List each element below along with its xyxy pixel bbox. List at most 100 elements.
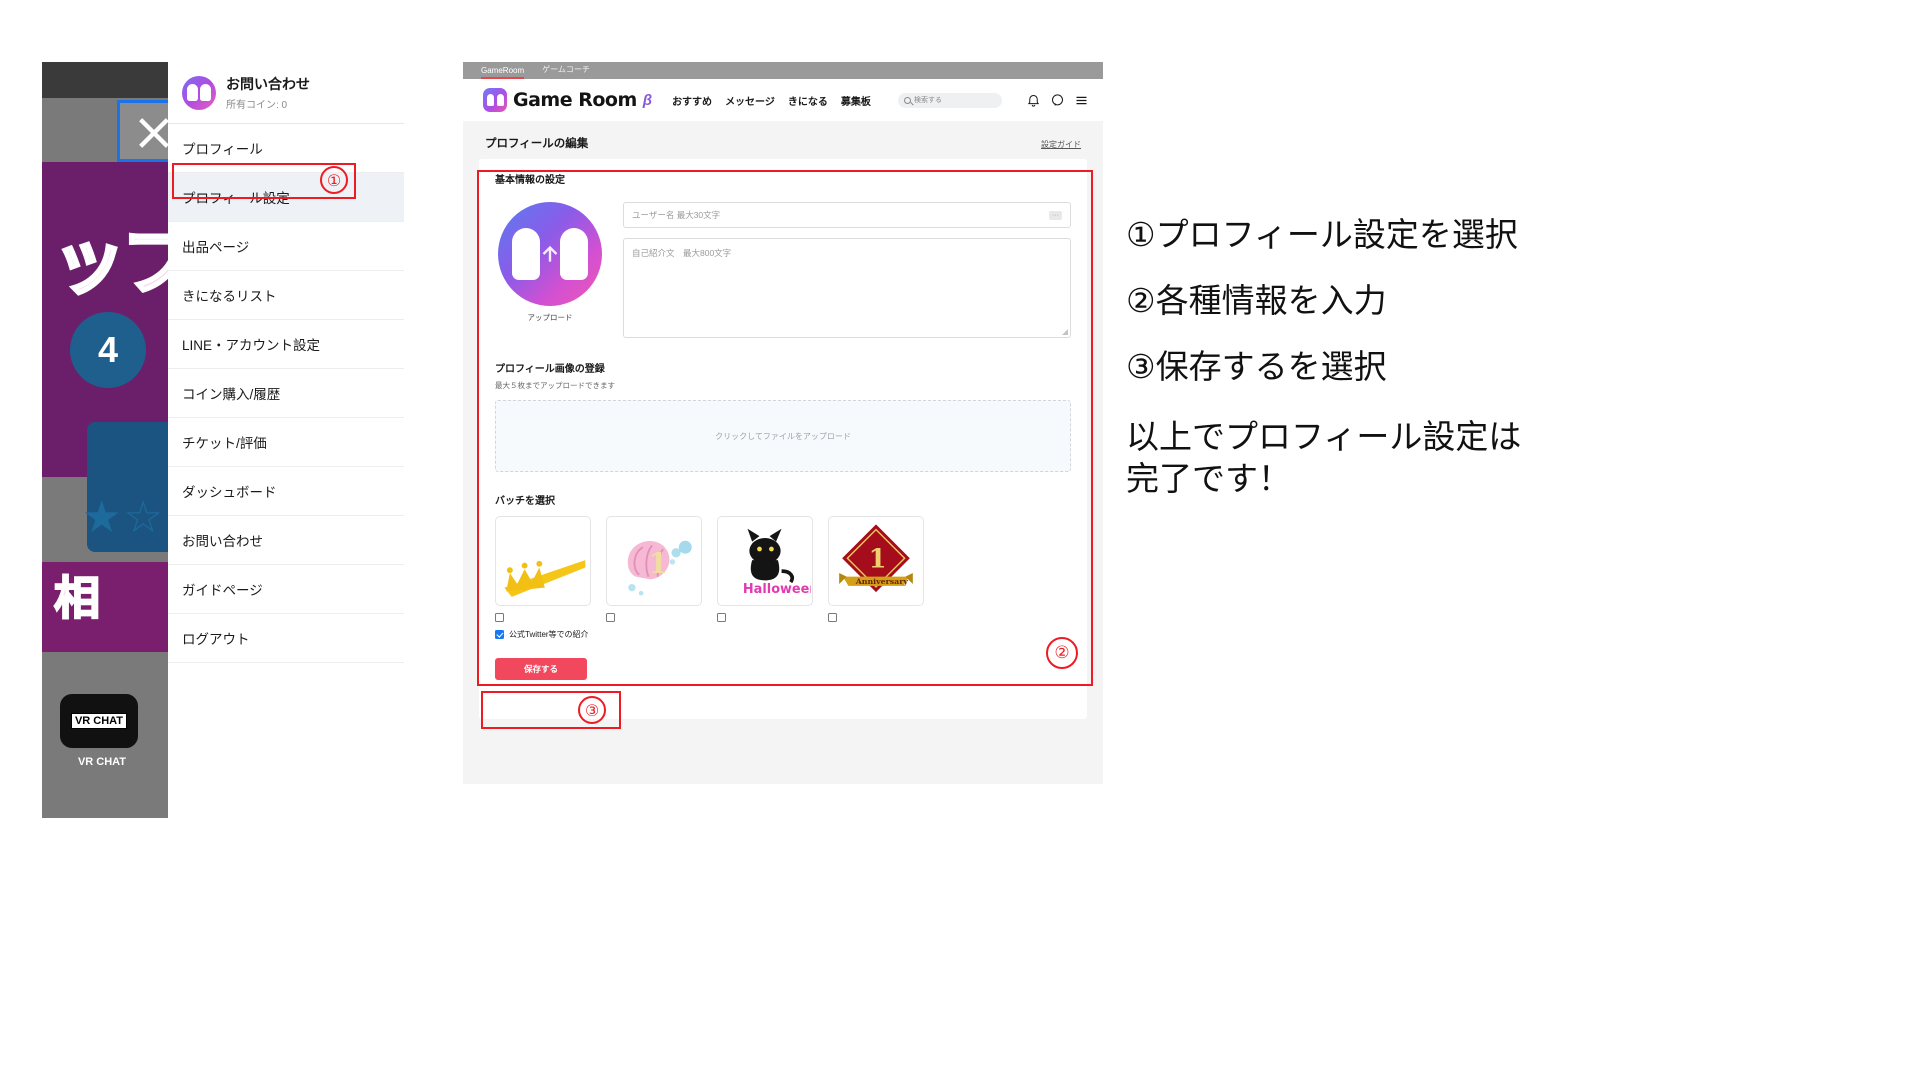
badge-checkbox-shell[interactable] [606, 613, 615, 622]
instruction-note-2: ②各種情報を入力 [1126, 281, 1387, 320]
twitter-promo-checkbox[interactable] [495, 630, 504, 639]
upload-arrow-icon [542, 245, 558, 262]
site-logo[interactable]: Game Room β [483, 88, 652, 112]
username-placeholder: ユーザー名 最大30文字 [632, 210, 721, 220]
search-input[interactable]: 検索する [898, 92, 1002, 108]
badge-checkbox-crown[interactable] [495, 613, 504, 622]
annotation-marker-1: ① [320, 166, 348, 194]
menu-user-name: お問い合わせ [226, 76, 310, 92]
menu-item-2[interactable]: 出品ページ [168, 222, 404, 271]
badge-cell-anniversary: 1 Anniversary [828, 516, 924, 622]
badge-checkbox-anniversary[interactable] [828, 613, 837, 622]
menu-item-4[interactable]: LINE・アカウント設定 [168, 320, 404, 369]
vrchat-tile-icon: VR CHAT [60, 694, 138, 748]
menu-item-10[interactable]: ログアウト [168, 614, 404, 663]
annotation-marker-2: ② [1046, 637, 1078, 669]
profile-avatar[interactable] [498, 202, 602, 306]
bio-textarea[interactable]: 自己紹介文 最大800文字 [623, 238, 1071, 338]
bio-placeholder: 自己紹介文 最大800文字 [632, 248, 732, 258]
badge-cell-shell: 1 [606, 516, 702, 622]
instruction-final-note: 以上でプロフィール設定は 完了です！ [1126, 416, 1866, 500]
shell-one-badge-icon[interactable]: 1 [606, 516, 702, 606]
svg-text:Halloween: Halloween [743, 582, 811, 597]
phone-star-rating: ★☆ [82, 493, 165, 542]
menu-item-6[interactable]: チケット/評価 [168, 418, 404, 467]
menu-header: お問い合わせ 所有コイン: 0 [168, 62, 404, 124]
twitter-promo-row[interactable]: 公式Twitter等での紹介 [495, 629, 1071, 640]
settings-guide-link[interactable]: 設定ガイド [1041, 139, 1081, 150]
basic-info-row: アップロード ユーザー名 最大30文字 ··· 自己紹介文 最大800文字 [495, 202, 1071, 338]
menu-item-list: プロフィール プロフィール設定 出品ページ きになるリスト LINE・アカウント設定 コイ… [168, 124, 404, 663]
search-icon [904, 96, 911, 104]
nav-item-message[interactable]: メッセージ [725, 93, 775, 108]
image-dropzone[interactable]: クリックしてファイルをアップロード [495, 400, 1071, 472]
phone-lower-text: 相 [53, 571, 101, 625]
browser-window: GameRoom ゲームコーチ Game Room β おすすめ メッセージ き… [463, 62, 1103, 784]
save-button[interactable]: 保存する [495, 658, 587, 680]
svg-text:1: 1 [648, 547, 667, 580]
menu-item-9[interactable]: ガイドページ [168, 565, 404, 614]
badge-checkbox-halloween[interactable] [717, 613, 726, 622]
save-row: 保存する [495, 640, 1071, 680]
game-room-logo-icon [483, 88, 507, 112]
avatar-upload-column[interactable]: アップロード [495, 202, 605, 338]
header-icon-group [1026, 93, 1089, 108]
game-room-avatar-icon [182, 75, 216, 110]
instruction-notes: ①プロフィール設定を選択 ②各種情報を入力 ③保存するを選択 以上でプロフィール… [1126, 218, 1866, 500]
bell-icon[interactable] [1026, 93, 1041, 108]
basic-info-section-title: 基本情報の設定 [495, 175, 565, 186]
menu-item-3[interactable]: きになるリスト [168, 271, 404, 320]
nav-item-kininaru[interactable]: きになる [788, 93, 828, 108]
instruction-final-line-1: 以上でプロフィール設定は [1126, 417, 1522, 456]
dropzone-text: クリックしてファイルをアップロード [715, 431, 851, 441]
instruction-final-line-2: 完了です！ [1126, 459, 1291, 499]
badge-cell-crown [495, 516, 591, 622]
account-menu-panel: お問い合わせ 所有コイン: 0 プロフィール プロフィール設定 出品ページ きになるリ… [168, 62, 404, 818]
basic-fields-column: ユーザー名 最大30文字 ··· 自己紹介文 最大800文字 [623, 202, 1071, 338]
crown-badge-icon[interactable] [495, 516, 591, 606]
phone-app-vrchat: VR CHAT VR CHAT [60, 694, 144, 768]
username-counter: ··· [1049, 210, 1062, 220]
annotation-marker-3: ③ [578, 696, 606, 724]
profile-images-subtitle: 最大５枚までアップロードできます [495, 381, 615, 390]
page-title: プロフィールの編集 [485, 138, 589, 150]
instruction-note-3: ③保存するを選択 [1126, 347, 1387, 386]
page-body: プロフィールの編集 設定ガイド 基本情報の設定 アップロード ユーザー名 最大3… [463, 121, 1103, 784]
badge-section: バッチを選択 1 Hallowee 1 Anniversary 公式Twitte… [495, 492, 1071, 640]
search-placeholder-text: 検索する [914, 97, 942, 104]
twitter-promo-label: 公式Twitter等での紹介 [509, 630, 589, 639]
browser-tab-bar: GameRoom ゲームコーチ [463, 62, 1103, 79]
username-field[interactable]: ユーザー名 最大30文字 ··· [623, 202, 1071, 228]
nav-item-boshuban[interactable]: 募集板 [841, 93, 871, 108]
site-header: Game Room β おすすめ メッセージ きになる 募集板 検索する [463, 79, 1103, 121]
profile-edit-card: 基本情報の設定 アップロード ユーザー名 最大30文字 ··· 自己紹介文 最大… [479, 159, 1087, 719]
primary-nav: おすすめ メッセージ きになる 募集板 [672, 93, 871, 108]
phone-app-label: VR CHAT [77, 756, 127, 768]
menu-item-0[interactable]: プロフィール [168, 124, 404, 173]
menu-coin-balance: 所有コイン: 0 [226, 100, 288, 111]
instruction-note-1: ①プロフィール設定を選択 [1126, 215, 1518, 254]
nav-item-osusume[interactable]: おすすめ [672, 93, 712, 108]
page-title-row: プロフィールの編集 設定ガイド [463, 121, 1103, 159]
menu-item-1[interactable]: プロフィール設定 [168, 173, 404, 222]
menu-item-7[interactable]: ダッシュボード [168, 467, 404, 516]
menu-item-5[interactable]: コイン購入/履歴 [168, 369, 404, 418]
profile-images-title: プロフィール画像の登録 [495, 364, 605, 375]
chat-icon[interactable] [1050, 93, 1065, 108]
avatar-upload-caption: アップロード [527, 313, 573, 322]
hamburger-menu-icon[interactable] [1074, 93, 1089, 108]
svg-text:1: 1 [869, 544, 887, 574]
badge-grid: 1 Hallowee 1 Anniversary [495, 516, 1071, 622]
beta-label: β [642, 91, 653, 109]
svg-text:Anniversary: Anniversary [855, 577, 909, 586]
site-logo-text: Game Room [513, 89, 637, 111]
browser-tab-gameroom[interactable]: GameRoom [481, 66, 525, 79]
menu-item-8[interactable]: お問い合わせ [168, 516, 404, 565]
halloween-cat-badge-icon[interactable]: Halloween [717, 516, 813, 606]
browser-tab-gamecoach[interactable]: ゲームコーチ [542, 64, 590, 79]
badge-cell-halloween: Halloween [717, 516, 813, 622]
profile-images-section: プロフィール画像の登録 最大５枚までアップロードできます クリックしてファイルを… [495, 360, 1071, 472]
anniversary-one-badge-icon[interactable]: 1 Anniversary [828, 516, 924, 606]
phone-number-badge: 4 [70, 312, 146, 388]
badge-section-title: バッチを選択 [495, 496, 555, 507]
